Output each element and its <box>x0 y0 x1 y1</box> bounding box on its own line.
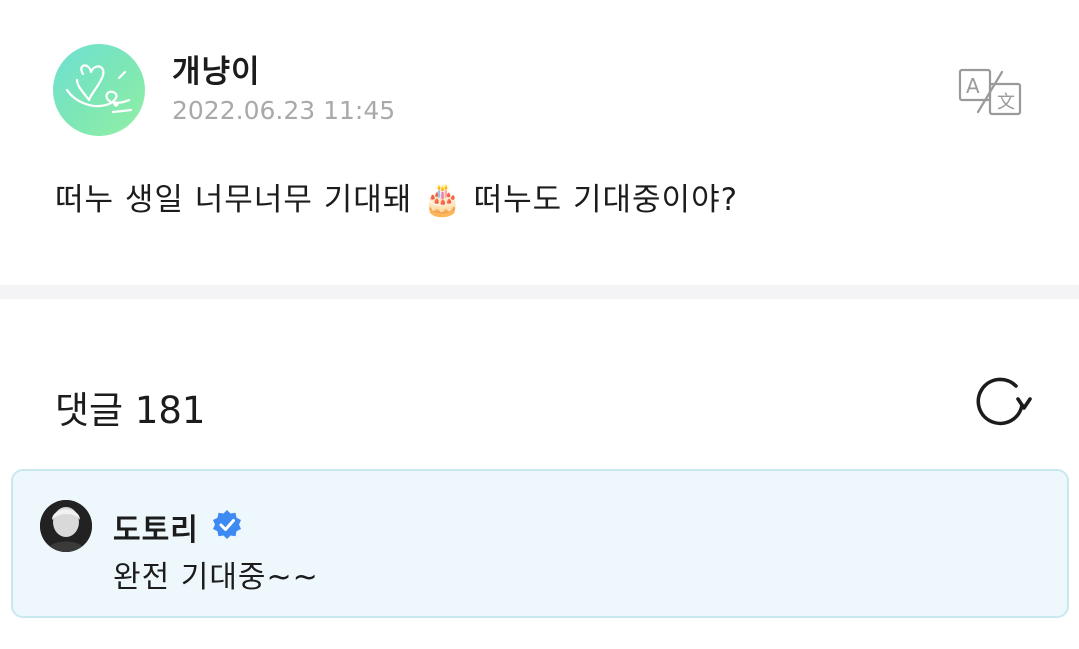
post-date: 2022.06.23 11:45 <box>172 96 396 125</box>
heart-signature-icon <box>65 64 133 114</box>
verified-badge-icon <box>211 509 243 541</box>
section-divider <box>0 285 1079 299</box>
person-photo-icon <box>40 500 92 552</box>
comment-item[interactable]: 도토리 완전 기대중~~ <box>11 469 1069 618</box>
comments-count: 댓글 181 <box>55 389 206 432</box>
author-avatar[interactable] <box>53 44 145 136</box>
translate-button[interactable]: A 文 <box>952 64 1028 120</box>
svg-text:文: 文 <box>997 92 1015 113</box>
svg-text:A: A <box>966 74 980 98</box>
post-body: 떠누 생일 너무너무 기대돼 🎂 떠누도 기대중이야? <box>55 182 739 218</box>
commenter-name[interactable]: 도토리 <box>113 505 199 549</box>
refresh-icon <box>976 377 1032 426</box>
post: 개냥이 2022.06.23 11:45 A 文 떠누 생일 너무너무 기대돼 … <box>0 0 1079 285</box>
author-name[interactable]: 개냥이 <box>172 46 261 91</box>
commenter-avatar[interactable] <box>40 500 92 552</box>
refresh-button[interactable] <box>972 372 1034 430</box>
comment-text: 완전 기대중~~ <box>113 560 319 595</box>
translate-icon: A 文 <box>958 68 1022 116</box>
